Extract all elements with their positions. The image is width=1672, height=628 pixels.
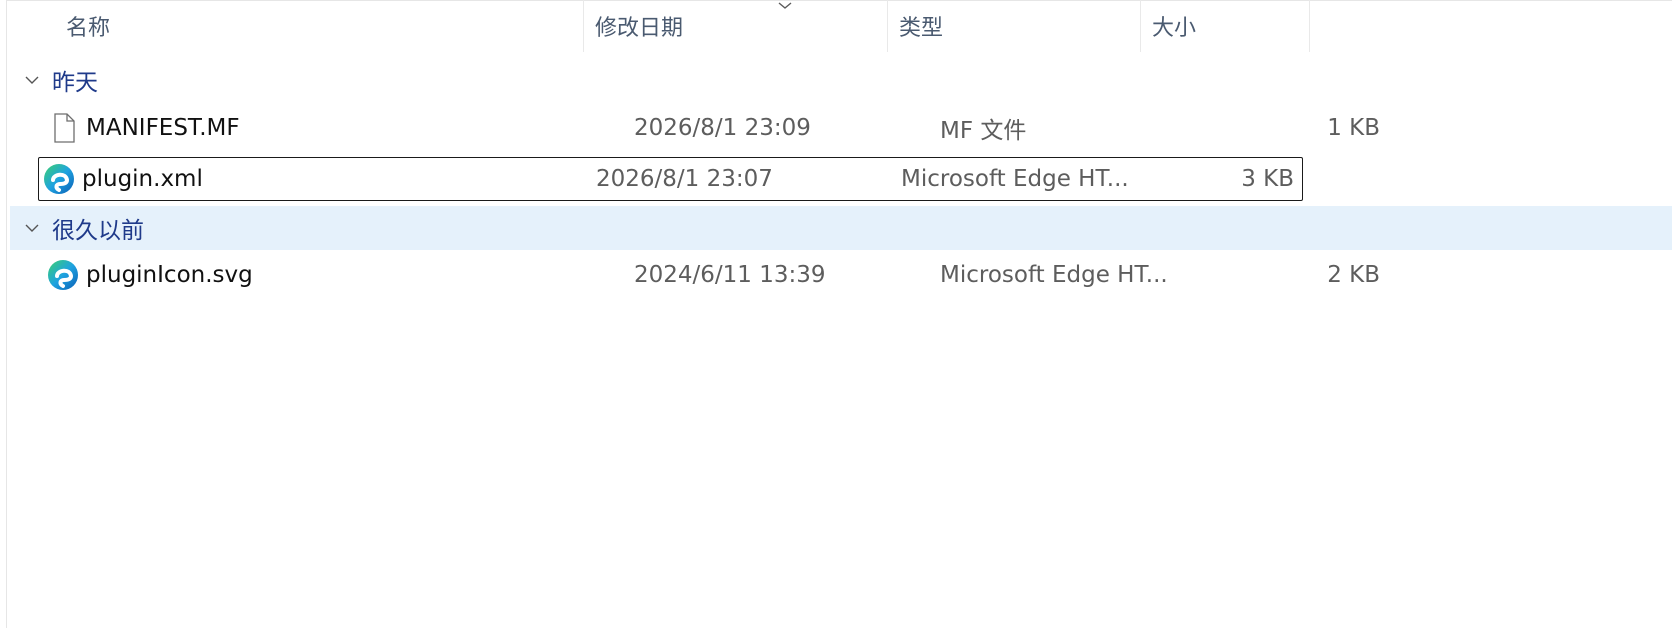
- column-header-size-label: 大小: [1152, 16, 1197, 41]
- file-type: MF 文件: [940, 118, 1027, 144]
- edge-icon: [44, 164, 74, 194]
- file-explorer-list-view: 名称 修改日期 类型 大小 昨天 MANIFEST.MF 2026/8/1 23…: [0, 0, 1672, 628]
- file-row-manifest[interactable]: MANIFEST.MF 2026/8/1 23:09 MF 文件 1 KB: [38, 106, 1388, 150]
- file-name: plugin.xml: [82, 166, 203, 192]
- sort-descending-icon: [778, 2, 792, 9]
- column-header-size[interactable]: 大小: [1141, 0, 1309, 52]
- column-header-name-label: 名称: [66, 16, 111, 41]
- chevron-down-icon[interactable]: [24, 220, 40, 236]
- file-size: 2 KB: [1327, 262, 1380, 288]
- file-date-modified: 2026/8/1 23:09: [634, 115, 811, 141]
- column-header-name[interactable]: 名称: [6, 0, 583, 52]
- column-header-date-label: 修改日期: [595, 16, 684, 41]
- file-row-plugin-icon-svg[interactable]: pluginIcon.svg 2024/6/11 13:39 Microsoft…: [38, 253, 1388, 297]
- column-header-date-modified[interactable]: 修改日期: [584, 0, 887, 52]
- file-type: Microsoft Edge HT...: [940, 262, 1168, 288]
- group-label: 很久以前: [52, 218, 144, 244]
- file-name: MANIFEST.MF: [86, 115, 240, 141]
- file-date-modified: 2026/8/1 23:07: [596, 166, 773, 192]
- file-size: 1 KB: [1327, 115, 1380, 141]
- file-type: Microsoft Edge HT...: [901, 166, 1129, 192]
- left-border: [0, 0, 7, 628]
- file-date-modified: 2024/6/11 13:39: [634, 262, 826, 288]
- file-size: 3 KB: [1241, 166, 1294, 192]
- group-header-long-ago[interactable]: 很久以前: [10, 206, 1672, 250]
- edge-icon: [48, 260, 78, 290]
- file-row-plugin-xml[interactable]: plugin.xml 2026/8/1 23:07 Microsoft Edge…: [38, 157, 1303, 201]
- group-header-yesterday[interactable]: 昨天: [10, 58, 1672, 102]
- generic-file-icon: [54, 113, 75, 143]
- group-label: 昨天: [52, 70, 98, 96]
- column-header-type[interactable]: 类型: [888, 0, 1140, 52]
- chevron-down-icon[interactable]: [24, 72, 40, 88]
- column-header-type-label: 类型: [899, 16, 944, 41]
- file-name: pluginIcon.svg: [86, 262, 253, 288]
- column-divider[interactable]: [1309, 0, 1310, 52]
